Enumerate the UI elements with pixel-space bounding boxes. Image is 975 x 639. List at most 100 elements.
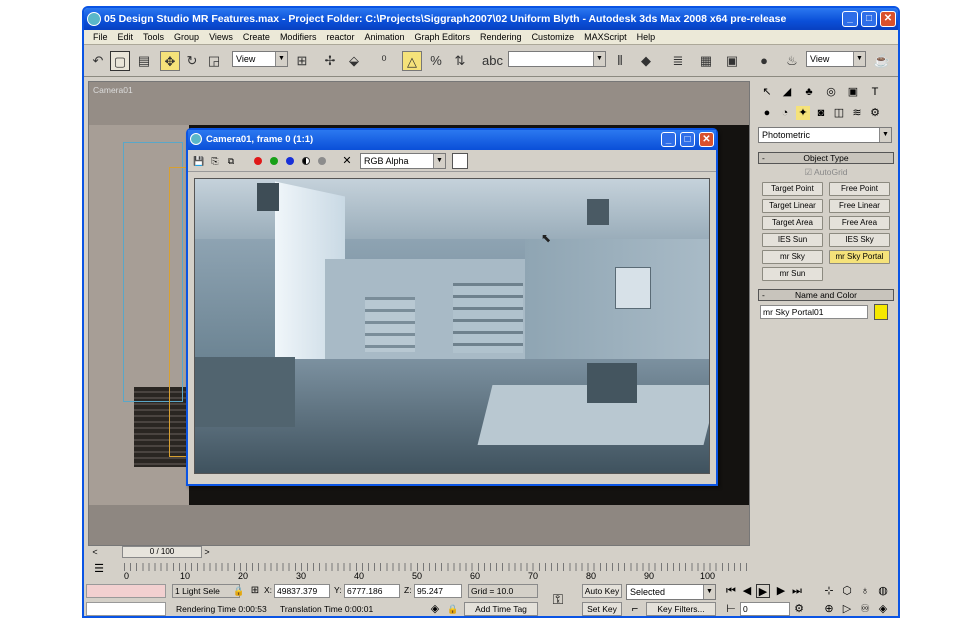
maximize-button[interactable]: □ — [861, 11, 877, 27]
lock-icon[interactable]: 🔒 — [232, 584, 246, 598]
display-tab-icon[interactable]: ▣ — [846, 85, 860, 99]
track-bar[interactable]: ☰ 0 10 20 30 40 50 60 70 80 90 100 — [88, 561, 750, 581]
render-setup-icon[interactable]: ♨ — [782, 51, 802, 71]
utilities-tab-icon[interactable]: T — [868, 85, 882, 99]
menu-rendering[interactable]: Rendering — [475, 30, 527, 44]
minimize-button[interactable]: _ — [842, 11, 858, 27]
y-coordinate-field[interactable]: 6777.186 — [344, 584, 400, 598]
absolute-mode-icon[interactable]: ⊞ — [248, 584, 262, 598]
close-button[interactable]: ✕ — [699, 132, 714, 147]
maxscript-listener-white[interactable] — [86, 602, 166, 616]
truck-icon[interactable]: ▷ — [840, 602, 854, 616]
hierarchy-tab-icon[interactable]: ♣ — [802, 85, 816, 99]
time-slider[interactable]: 0 / 100 — [122, 546, 202, 558]
clear-icon[interactable]: ✕ — [340, 154, 354, 168]
menu-tools[interactable]: Tools — [138, 30, 169, 44]
dolly-icon[interactable]: ⊕ — [822, 602, 836, 616]
helpers-icon[interactable]: ◫ — [832, 106, 846, 120]
object-type-rollout[interactable]: - Object Type — [758, 152, 894, 164]
key-filters-button[interactable]: Key Filters... — [646, 602, 716, 616]
close-button[interactable]: ✕ — [880, 11, 896, 27]
minimize-button[interactable]: _ — [661, 132, 676, 147]
add-time-tag-button[interactable]: Add Time Tag — [464, 602, 538, 616]
pan-icon[interactable]: ◍ — [876, 584, 890, 598]
maxscript-listener-pink[interactable] — [86, 584, 166, 598]
menu-views[interactable]: Views — [204, 30, 238, 44]
light-category-dropdown[interactable]: Photometric ▼ — [758, 127, 892, 143]
play-icon[interactable]: ▶ — [756, 584, 770, 598]
target-linear-button[interactable]: Target Linear — [762, 199, 823, 213]
channel-dropdown[interactable]: RGB Alpha ▼ — [360, 153, 446, 169]
alpha-channel-icon[interactable] — [302, 157, 310, 165]
systems-icon[interactable]: ⚙ — [868, 106, 882, 120]
viewport-label[interactable]: Camera01 — [93, 85, 133, 95]
current-frame-field[interactable]: 0 — [740, 602, 790, 616]
material-editor-icon[interactable]: ● — [754, 51, 774, 71]
move-icon[interactable]: ✥ — [160, 51, 180, 71]
angle-snap-icon[interactable]: △ — [402, 51, 422, 71]
select-object-icon[interactable]: ▢ — [110, 51, 130, 71]
color-swatch[interactable] — [452, 153, 468, 169]
set-key-mode-icon[interactable]: ⚿ — [548, 592, 568, 606]
time-config-icon[interactable]: ⚙ — [792, 602, 806, 616]
checkbox-icon[interactable]: ☑ — [804, 167, 812, 177]
ies-sun-button[interactable]: IES Sun — [762, 233, 823, 247]
previous-frame-icon[interactable]: ◀ — [740, 584, 754, 598]
x-coordinate-field[interactable]: 49837.379 — [274, 584, 330, 598]
go-to-end-icon[interactable]: ⏭ — [790, 584, 804, 598]
track-bar-icon[interactable]: ☰ — [92, 562, 106, 576]
key-mode-toggle-icon[interactable]: ⊢ — [724, 602, 738, 616]
target-area-button[interactable]: Target Area — [762, 216, 823, 230]
undo-icon[interactable]: ↶ — [88, 51, 108, 71]
geometry-icon[interactable]: ● — [760, 106, 774, 120]
curve-editor-icon[interactable]: ▦ — [696, 51, 716, 71]
modify-tab-icon[interactable]: ◢ — [780, 85, 794, 99]
object-color-swatch[interactable] — [874, 304, 888, 320]
selected-dropdown[interactable]: Selected ▼ — [626, 584, 716, 600]
auto-key-button[interactable]: Auto Key — [582, 584, 622, 598]
object-name-field[interactable]: mr Sky Portal01 — [760, 305, 868, 319]
menu-reactor[interactable]: reactor — [321, 30, 359, 44]
autogrid-row[interactable]: ☑ AutoGrid — [754, 164, 898, 178]
layer-manager-icon[interactable]: ≣ — [668, 51, 688, 71]
target-point-button[interactable]: Target Point — [762, 182, 823, 196]
select-manipulate-icon[interactable]: ✢ — [320, 51, 340, 71]
snap-toggle-icon[interactable]: ⁰ — [374, 51, 394, 71]
pivot-center-icon[interactable]: ⊞ — [292, 51, 312, 71]
red-channel-icon[interactable] — [254, 157, 262, 165]
mr-sun-button[interactable]: mr Sun — [762, 267, 823, 281]
reference-coord-dropdown[interactable]: View ▼ — [232, 51, 288, 67]
go-to-start-icon[interactable]: ⏮ — [724, 584, 738, 598]
render-type-dropdown[interactable]: View ▼ — [806, 51, 866, 67]
orbit-icon[interactable]: ♾ — [858, 602, 872, 616]
edit-named-selection-icon[interactable]: abc — [482, 51, 503, 71]
menu-group[interactable]: Group — [169, 30, 204, 44]
zoom-icon[interactable]: ⊹ — [822, 584, 836, 598]
z-coordinate-field[interactable]: 95.247 — [414, 584, 462, 598]
named-selection-dropdown[interactable]: ▼ — [508, 51, 606, 67]
quick-render-teapot-icon[interactable]: ☕ — [872, 51, 892, 71]
free-point-button[interactable]: Free Point — [829, 182, 890, 196]
lock-icon[interactable]: 🔒 — [446, 602, 460, 616]
green-channel-icon[interactable] — [270, 157, 278, 165]
mr-sky-button[interactable]: mr Sky — [762, 250, 823, 264]
menu-modifiers[interactable]: Modifiers — [275, 30, 322, 44]
menu-help[interactable]: Help — [632, 30, 661, 44]
percent-snap-icon[interactable]: % — [426, 51, 446, 71]
chevron-right-icon[interactable]: > — [200, 545, 214, 559]
cameras-icon[interactable]: ◙ — [814, 106, 828, 120]
menu-animation[interactable]: Animation — [359, 30, 409, 44]
lights-icon[interactable]: ✦ — [796, 106, 810, 120]
select-by-name-icon[interactable]: ▤ — [134, 51, 154, 71]
ies-sky-button[interactable]: IES Sky — [829, 233, 890, 247]
menu-maxscript[interactable]: MAXScript — [579, 30, 632, 44]
set-key-button[interactable]: Set Key — [582, 602, 622, 616]
spinner-snap-icon[interactable]: ⇅ — [450, 51, 470, 71]
save-icon[interactable]: 💾 — [192, 154, 206, 168]
menu-customize[interactable]: Customize — [527, 30, 580, 44]
maximize-viewport-icon[interactable]: ◈ — [876, 602, 890, 616]
mr-sky-portal-button[interactable]: mr Sky Portal — [829, 250, 890, 264]
clone-icon[interactable]: ⧉ — [224, 154, 238, 168]
create-tab-icon[interactable]: ↖ — [760, 85, 774, 99]
name-and-color-rollout[interactable]: - Name and Color — [758, 289, 894, 301]
